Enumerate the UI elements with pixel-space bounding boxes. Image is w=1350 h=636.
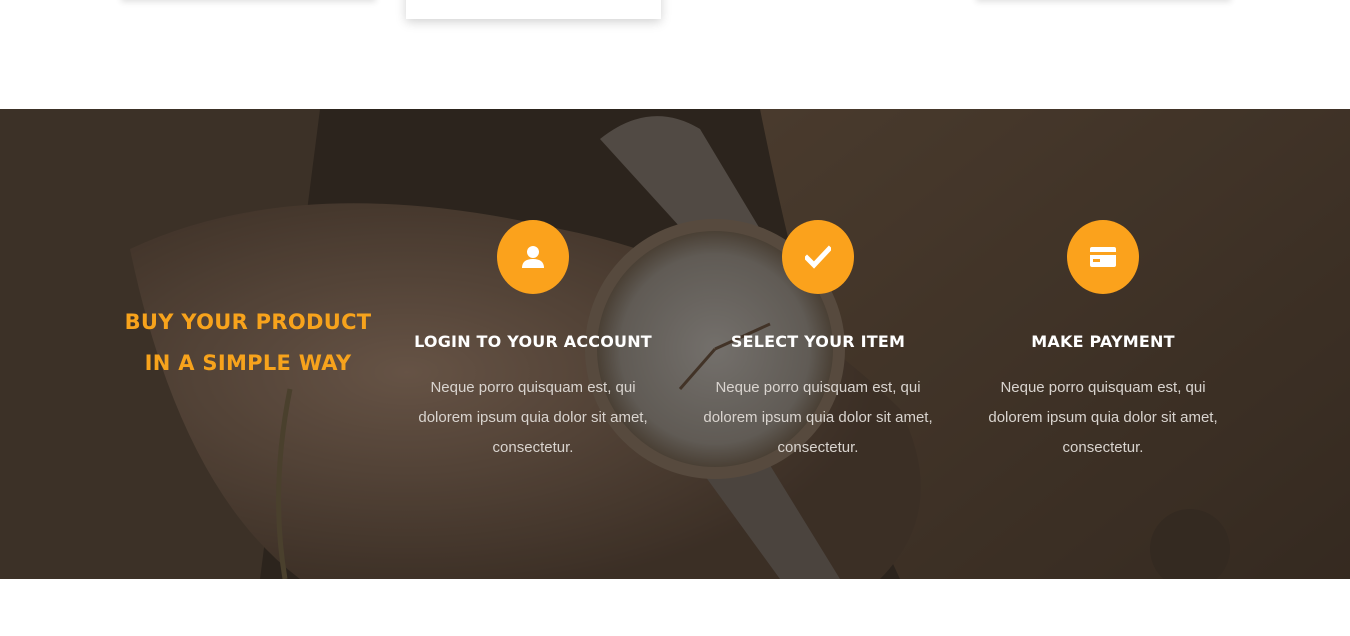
credit-card-icon (1067, 220, 1139, 294)
section-tagline: BUY YOUR PRODUCT IN A SIMPLE WAY (118, 302, 378, 384)
product-cards-row (0, 0, 1350, 109)
step-select-item: SELECT YOUR ITEM Neque porro quisquam es… (693, 220, 943, 463)
product-card[interactable] (406, 0, 661, 19)
user-icon (497, 220, 569, 294)
step-description: Neque porro quisquam est, qui dolorem ip… (418, 379, 648, 456)
tagline-line-1: BUY YOUR PRODUCT (124, 310, 372, 334)
step-login: LOGIN TO YOUR ACCOUNT Neque porro quisqu… (408, 220, 658, 463)
check-icon (782, 220, 854, 294)
step-description: Neque porro quisquam est, qui dolorem ip… (988, 379, 1218, 456)
step-title: MAKE PAYMENT (1031, 332, 1175, 351)
step-make-payment: MAKE PAYMENT Neque porro quisquam est, q… (978, 220, 1228, 463)
step-title: LOGIN TO YOUR ACCOUNT (414, 332, 652, 351)
page-section-spacer (0, 579, 1350, 636)
step-description: Neque porro quisquam est, qui dolorem ip… (703, 379, 933, 456)
how-it-works-section: BUY YOUR PRODUCT IN A SIMPLE WAY LOGIN T… (0, 109, 1350, 579)
tagline-line-2: IN A SIMPLE WAY (144, 351, 352, 375)
step-title: SELECT YOUR ITEM (730, 332, 906, 351)
